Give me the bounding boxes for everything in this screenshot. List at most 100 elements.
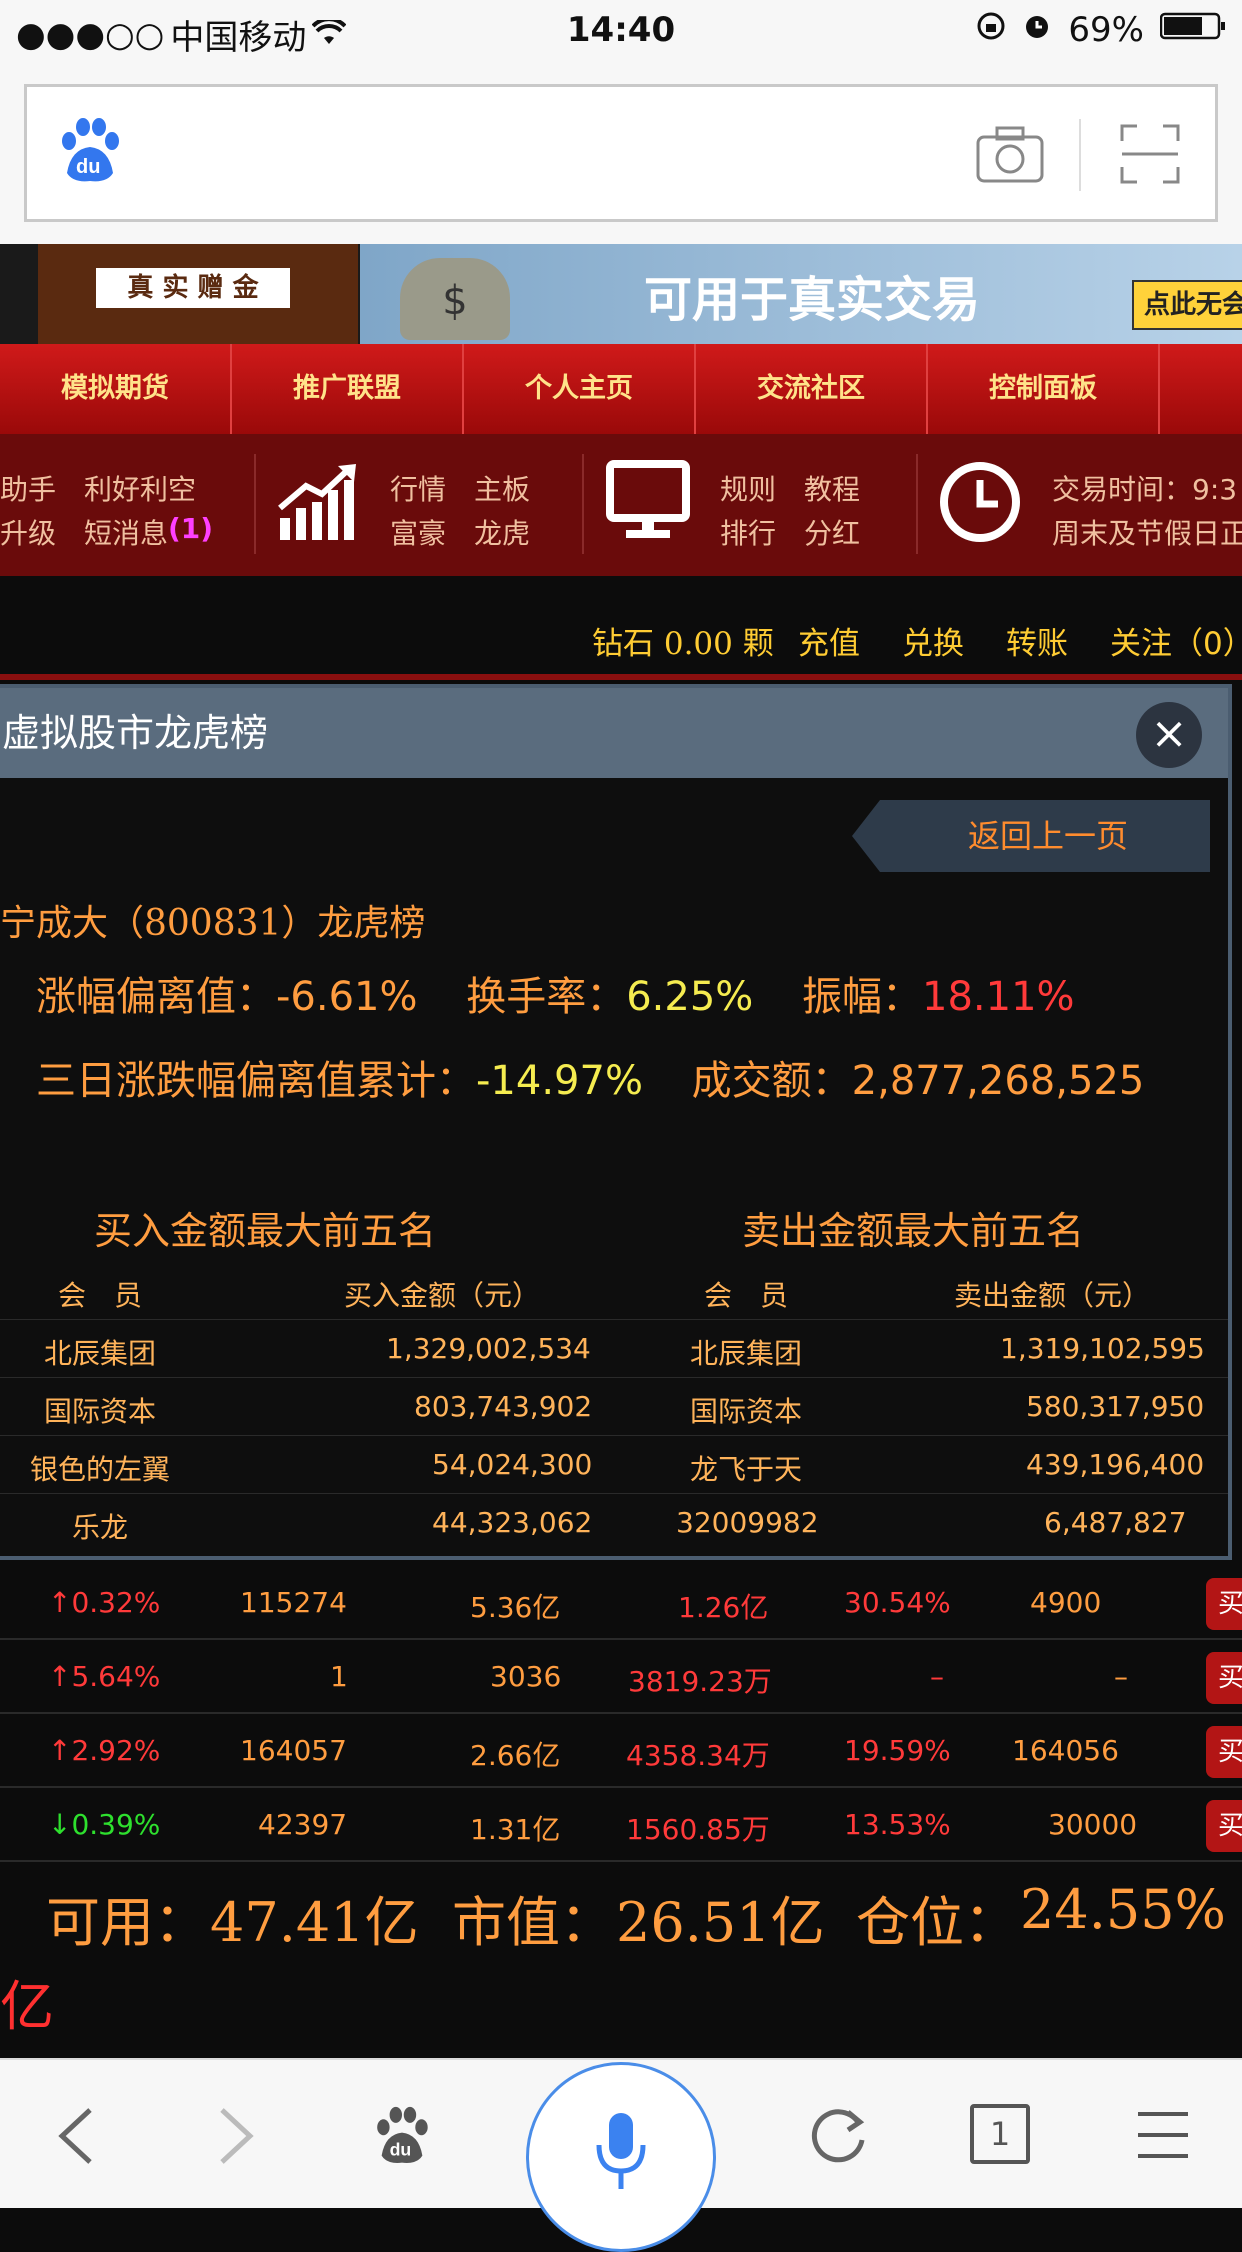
buy-button[interactable]: 买 — [1206, 1726, 1242, 1778]
table-row[interactable]: ↓0.39% 42397 1.31亿 1560.85万 13.53% 30000… — [0, 1788, 1242, 1862]
sell-amount: 439,196,400 — [1026, 1448, 1205, 1481]
table-header: 会 员 买入金额（元） 会 员 卖出金额（元） — [0, 1262, 1228, 1320]
subnav-link-tutorial[interactable]: 教程 — [804, 468, 860, 508]
baidu-home-icon[interactable]: du — [372, 2106, 432, 2172]
modal-header: 虚拟股市龙虎榜 × — [0, 688, 1228, 778]
modal-title: 虚拟股市龙虎榜 — [2, 711, 269, 755]
subnav-link-market[interactable]: 行情 — [390, 468, 446, 508]
header-member-sell: 会 员 — [704, 1279, 789, 1312]
camera-icon[interactable] — [975, 123, 1045, 189]
available-label: 可用： — [46, 1891, 208, 1954]
value-cell: 5.36亿 — [470, 1591, 561, 1624]
value-cell: 1.31亿 — [470, 1813, 561, 1846]
back-button[interactable]: 返回上一页 — [852, 800, 1210, 872]
subnav-link-upgrade[interactable]: 升级 — [0, 512, 56, 552]
subnav-link-messages[interactable]: 短消息 — [84, 512, 168, 552]
nav-item-homepage[interactable]: 个人主页 — [464, 344, 696, 434]
main-nav: 模拟期货 推广联盟 个人主页 交流社区 控制面板 — [0, 344, 1242, 434]
promo-banner[interactable]: 真 实 赠 金 $ 可用于真实交易 点此无会 — [0, 244, 1242, 344]
close-icon: × — [1150, 708, 1188, 759]
sell-amount: 1,319,102,595 — [1000, 1332, 1205, 1365]
browser-toolbar: du — [0, 64, 1242, 244]
close-button[interactable]: × — [1136, 702, 1202, 768]
nav-item-affiliate[interactable]: 推广联盟 — [232, 344, 464, 434]
shares-cell: 164056 — [1012, 1734, 1119, 1767]
transfer-link[interactable]: 转账 — [1006, 618, 1068, 663]
buy-amount: 44,323,062 — [432, 1506, 593, 1539]
nav-item-community[interactable]: 交流社区 — [696, 344, 928, 434]
nav-item-futures[interactable]: 模拟期货 — [0, 344, 232, 434]
banner-cta[interactable]: 点此无会 — [1132, 280, 1242, 330]
divider — [916, 454, 918, 554]
buy-button[interactable]: 买 — [1206, 1652, 1242, 1704]
available-value: 47.41亿 — [210, 1891, 419, 1954]
ratio-cell: – — [930, 1660, 944, 1693]
volume-cell: 164057 — [240, 1734, 347, 1767]
stats-line-2: 三日涨跌幅偏离值累计：-14.97% 成交额：2,877,268,525 — [36, 1048, 1144, 1106]
subnav-link-mainboard[interactable]: 主板 — [474, 468, 530, 508]
subnav-link-rich[interactable]: 富豪 — [390, 512, 446, 552]
banner-headline: 可用于真实交易 — [644, 272, 981, 328]
rotation-lock-icon — [976, 10, 1006, 50]
volume-cell: 1 — [330, 1660, 348, 1693]
sell-member: 龙飞于天 — [690, 1453, 803, 1486]
sell-top5-title: 卖出金额最大前五名 — [742, 1209, 1085, 1253]
subnav-link-rules[interactable]: 规则 — [720, 468, 776, 508]
follow-link[interactable]: 关注（0） — [1110, 618, 1242, 663]
clock-icon — [938, 460, 1022, 551]
table-row[interactable]: ↑2.92% 164057 2.66亿 4358.34万 19.59% 1640… — [0, 1714, 1242, 1788]
sell-member: 32009982 — [676, 1506, 819, 1539]
turnover-amount-value: 2,877,268,525 — [851, 1058, 1145, 1104]
divider — [1079, 119, 1081, 191]
amplitude-label: 振幅： — [802, 974, 923, 1020]
turnover-label: 换手率： — [466, 974, 627, 1020]
buy-amount: 803,743,902 — [414, 1390, 593, 1423]
recharge-link[interactable]: 充值 — [798, 618, 860, 663]
stock-title: 宁成大（800831）龙虎榜 — [0, 903, 426, 944]
sub-nav: 助手 利好利空 升级 短消息 (1) 行情 主板 富豪 龙虎 规则 教程 排行 … — [0, 434, 1242, 576]
market-value: 26.51亿 — [616, 1891, 825, 1954]
sell-member: 北辰集团 — [690, 1337, 803, 1370]
banner-badge: 真 实 赠 金 — [96, 268, 290, 308]
value-cell: 2.66亿 — [470, 1739, 561, 1772]
account-bar: 钻石 0.00 颗 充值 兑换 转账 关注（0） — [0, 576, 1242, 678]
ratio-cell: 30.54% — [844, 1586, 951, 1619]
buy-button[interactable]: 买 — [1206, 1800, 1242, 1852]
status-right: 69% — [976, 10, 1226, 50]
status-bar: ●●●○○ 中国移动 14:40 69% — [0, 0, 1242, 64]
buy-button[interactable]: 买 — [1206, 1578, 1242, 1630]
divider — [254, 454, 256, 554]
volume-cell: 115274 — [240, 1586, 347, 1619]
market-value-label: 市值： — [452, 1891, 614, 1954]
amount-cell: 1560.85万 — [626, 1813, 770, 1846]
nav-item-control-panel[interactable]: 控制面板 — [928, 344, 1160, 434]
exchange-link[interactable]: 兑换 — [902, 618, 964, 663]
scan-icon[interactable] — [1119, 123, 1181, 189]
shares-cell: – — [1114, 1660, 1128, 1693]
subnav-link-dragon-tiger[interactable]: 龙虎 — [474, 512, 530, 552]
menu-icon[interactable] — [1136, 2110, 1190, 2164]
value-cell: 3036 — [490, 1660, 562, 1693]
subnav-link-news[interactable]: 利好利空 — [84, 468, 196, 508]
subnav-link-dividend[interactable]: 分红 — [804, 512, 860, 552]
voice-search-button[interactable] — [526, 2062, 716, 2252]
amplitude-value: 18.11% — [922, 974, 1075, 1020]
subnav-link-assistant[interactable]: 助手 — [0, 468, 56, 508]
forward-icon[interactable] — [216, 2106, 256, 2170]
table-row[interactable]: ↑0.32% 115274 5.36亿 1.26亿 30.54% 4900 买 — [0, 1566, 1242, 1640]
divider — [582, 454, 584, 554]
header-member-buy: 会 员 — [58, 1279, 143, 1312]
refresh-icon[interactable] — [808, 2102, 868, 2170]
search-input[interactable]: du — [24, 84, 1218, 222]
turnover-amount-label: 成交额： — [691, 1058, 852, 1104]
header-sell-amount: 卖出金额（元） — [954, 1279, 1151, 1312]
diamond-balance: 钻石 0.00 颗 — [592, 626, 774, 662]
buy-member: 银色的左翼 — [30, 1453, 171, 1486]
tabs-button[interactable]: 1 — [970, 2104, 1030, 2164]
change-cell: ↓0.39% — [48, 1808, 161, 1841]
svg-text:du: du — [390, 2140, 412, 2160]
subnav-link-ranking[interactable]: 排行 — [720, 512, 776, 552]
back-icon[interactable] — [56, 2106, 96, 2170]
shares-cell: 30000 — [1048, 1808, 1138, 1841]
table-row[interactable]: ↑5.64% 1 3036 3819.23万 – – 买 — [0, 1640, 1242, 1714]
